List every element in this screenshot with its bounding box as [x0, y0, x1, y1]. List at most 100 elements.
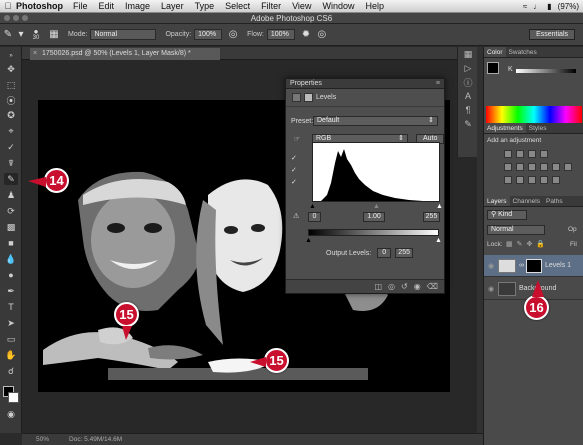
- minimize-window-button[interactable]: [13, 15, 19, 21]
- bw-icon[interactable]: [540, 163, 548, 171]
- tab-adjustments[interactable]: Adjustments: [484, 123, 526, 133]
- view-previous-icon[interactable]: ◎: [388, 282, 395, 291]
- dodge-tool-icon[interactable]: ●: [4, 269, 18, 281]
- volume-icon[interactable]: ♩: [533, 2, 541, 11]
- color-slider[interactable]: [516, 69, 576, 73]
- hand-adjust-icon[interactable]: ☞: [291, 134, 303, 144]
- history-brush-tool-icon[interactable]: ⟳: [4, 205, 18, 217]
- hand-tool-icon[interactable]: ✋: [4, 349, 18, 361]
- path-select-tool-icon[interactable]: ➤: [4, 317, 18, 329]
- input-gamma-field[interactable]: 1.00: [363, 212, 385, 222]
- chain-link-icon[interactable]: ∞: [519, 262, 524, 269]
- wifi-icon[interactable]: ≈: [523, 2, 527, 11]
- black-input-slider[interactable]: ▲: [309, 203, 316, 210]
- type-tool-icon[interactable]: T: [4, 301, 18, 313]
- curves-icon[interactable]: [528, 150, 536, 158]
- vibrance-icon[interactable]: [504, 163, 512, 171]
- threshold-icon[interactable]: [528, 176, 536, 184]
- menu-type[interactable]: Type: [195, 1, 215, 11]
- tab-styles[interactable]: Styles: [526, 123, 550, 133]
- clip-to-layer-icon[interactable]: ◫: [374, 282, 382, 291]
- toolbox-collapse-icon[interactable]: »: [4, 50, 18, 62]
- background-color-swatch[interactable]: [8, 392, 19, 403]
- apple-icon[interactable]: : [0, 1, 16, 11]
- actions-panel-icon[interactable]: ▷: [458, 61, 478, 75]
- shape-tool-icon[interactable]: ▭: [4, 333, 18, 345]
- quick-select-tool-icon[interactable]: ✪: [4, 109, 18, 121]
- history-panel-icon[interactable]: ▦: [458, 47, 478, 61]
- zoom-level[interactable]: 50%: [36, 436, 49, 443]
- zoom-window-button[interactable]: [22, 15, 28, 21]
- battery-icon[interactable]: ▮: [547, 2, 551, 11]
- lasso-tool-icon[interactable]: ⦿: [4, 94, 18, 106]
- input-white-field[interactable]: 255: [423, 212, 440, 222]
- character-panel-icon[interactable]: A: [458, 89, 478, 103]
- visibility-icon[interactable]: ◉: [414, 282, 421, 291]
- menu-file[interactable]: File: [73, 1, 88, 11]
- eraser-tool-icon[interactable]: ▩: [4, 221, 18, 233]
- menu-edit[interactable]: Edit: [99, 1, 115, 11]
- brush-panel-icon[interactable]: ✎: [458, 117, 478, 131]
- brush-size-picker[interactable]: ● 30: [26, 28, 46, 42]
- app-menu[interactable]: Photoshop: [16, 1, 63, 11]
- brush-panel-icon[interactable]: ▦: [46, 28, 62, 42]
- hue-icon[interactable]: [516, 163, 524, 171]
- opacity-field[interactable]: 100%: [194, 29, 223, 40]
- gradient-tool-icon[interactable]: ■: [4, 237, 18, 249]
- clipping-warning-icon[interactable]: ⚠: [293, 212, 299, 220]
- chevron-down-icon[interactable]: ▾: [16, 28, 26, 42]
- preset-select[interactable]: Default ⇕: [313, 116, 438, 126]
- quick-mask-icon[interactable]: ◉: [4, 408, 18, 420]
- layer-row-levels[interactable]: ◉ ∞ Levels 1: [484, 255, 583, 277]
- layer-mask-thumbnail[interactable]: [526, 258, 542, 273]
- levels-adjustment-icon[interactable]: [292, 93, 301, 102]
- properties-header[interactable]: Properties ≡: [286, 79, 444, 89]
- eye-icon[interactable]: ◉: [484, 285, 498, 293]
- menu-select[interactable]: Select: [225, 1, 250, 11]
- document-tab[interactable]: × 1750026.psd @ 50% (Levels 1, Layer Mas…: [30, 48, 220, 60]
- posterize-icon[interactable]: [516, 176, 524, 184]
- panel-menu-icon[interactable]: ≡: [436, 79, 440, 89]
- lock-icons[interactable]: ▦✎✥🔒: [506, 240, 549, 248]
- info-panel-icon[interactable]: ⓘ: [458, 75, 478, 89]
- brush-tool-icon[interactable]: ✎: [4, 173, 18, 185]
- brightness-icon[interactable]: [504, 150, 512, 158]
- flow-field[interactable]: 100%: [266, 29, 295, 40]
- gray-point-eyedropper-icon[interactable]: ✓: [291, 166, 297, 174]
- clone-stamp-tool-icon[interactable]: ♟: [4, 189, 18, 201]
- close-tab-icon[interactable]: ×: [33, 48, 37, 60]
- selective-color-icon[interactable]: [552, 176, 560, 184]
- gamma-input-slider[interactable]: ▲: [373, 203, 380, 210]
- invert-icon[interactable]: [504, 176, 512, 184]
- healing-brush-tool-icon[interactable]: ☤: [4, 157, 18, 169]
- black-point-eyedropper-icon[interactable]: ✓: [291, 154, 297, 162]
- exposure-icon[interactable]: [540, 150, 548, 158]
- layer-kind-filter[interactable]: ⚲ Kind: [487, 210, 527, 220]
- photo-filter-icon[interactable]: [552, 163, 560, 171]
- blur-tool-icon[interactable]: 💧: [4, 253, 18, 265]
- white-output-slider[interactable]: ▲: [435, 237, 442, 244]
- color-swatches[interactable]: [3, 386, 19, 404]
- menu-filter[interactable]: Filter: [261, 1, 281, 11]
- menu-layer[interactable]: Layer: [161, 1, 184, 11]
- airbrush-icon[interactable]: ✹: [298, 28, 314, 42]
- black-output-slider[interactable]: ▲: [305, 237, 312, 244]
- close-window-button[interactable]: [4, 15, 10, 21]
- reset-icon[interactable]: ↺: [401, 282, 408, 291]
- mode-select[interactable]: Normal: [90, 29, 157, 40]
- tab-channels[interactable]: Channels: [510, 196, 543, 206]
- menu-image[interactable]: Image: [125, 1, 150, 11]
- eyedropper-tool-icon[interactable]: ✓: [4, 141, 18, 153]
- tab-color[interactable]: Color: [484, 47, 506, 57]
- pressure-size-icon[interactable]: ◎: [314, 28, 330, 42]
- crop-tool-icon[interactable]: ⌖: [4, 125, 18, 137]
- output-black-field[interactable]: 0: [377, 248, 392, 258]
- color-foreground-swatch[interactable]: [487, 62, 499, 74]
- white-point-eyedropper-icon[interactable]: ✓: [291, 178, 297, 186]
- levels-icon[interactable]: [516, 150, 524, 158]
- output-white-field[interactable]: 255: [395, 248, 414, 258]
- menu-view[interactable]: View: [292, 1, 311, 11]
- tab-paths[interactable]: Paths: [543, 196, 566, 206]
- color-balance-icon[interactable]: [528, 163, 536, 171]
- paragraph-panel-icon[interactable]: ¶: [458, 103, 478, 117]
